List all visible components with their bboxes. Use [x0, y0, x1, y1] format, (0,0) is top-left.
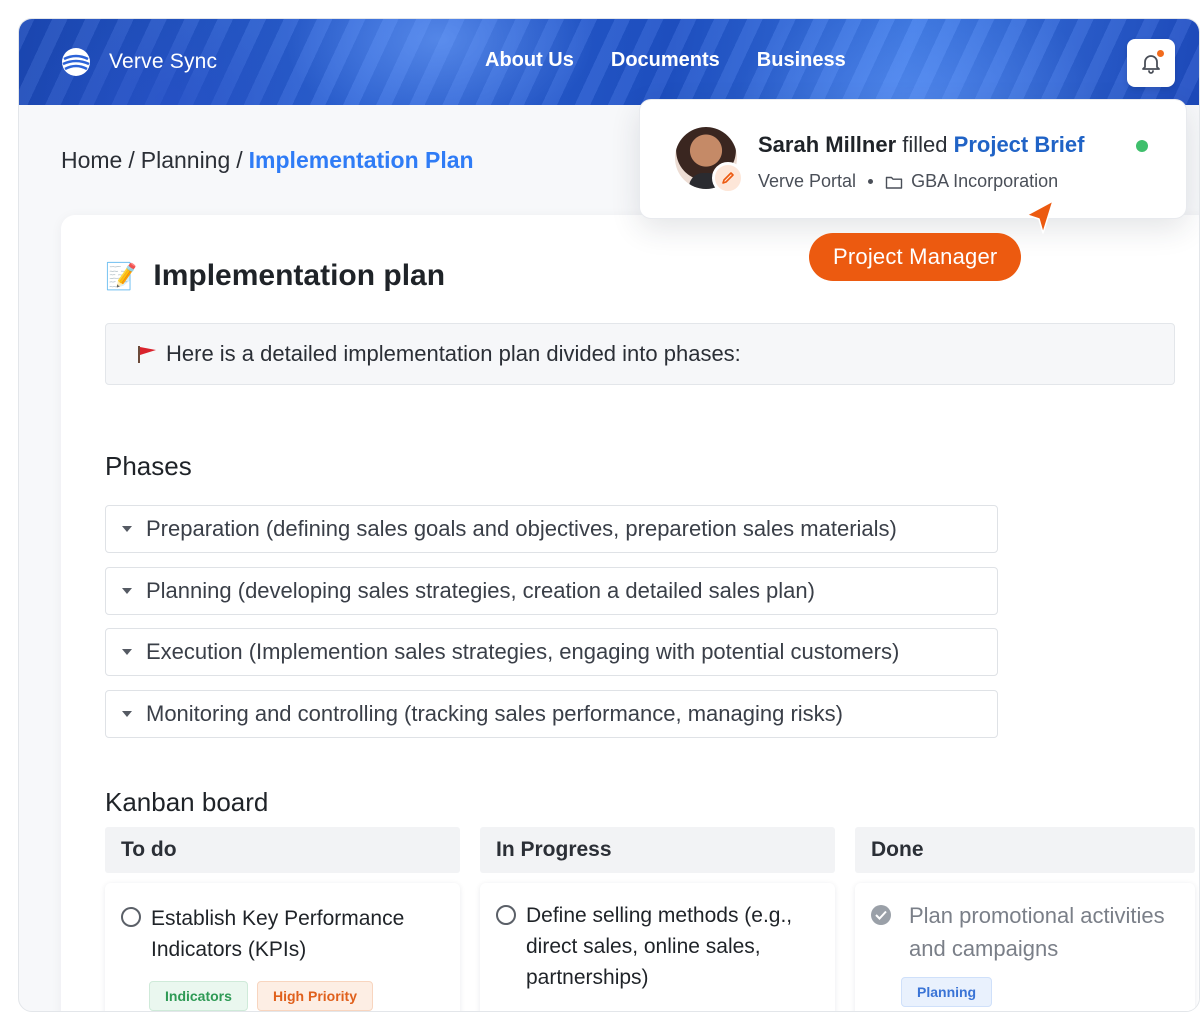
notification-meta: Verve Portal GBA Incorporation — [758, 171, 1058, 192]
task-checkbox-checked[interactable] — [871, 905, 891, 925]
phase-label: Preparation (defining sales goals and ob… — [146, 516, 897, 541]
role-label: Project Manager — [809, 233, 1022, 281]
caret-down-icon — [122, 588, 132, 594]
kanban-card[interactable]: Establish Key Performance Indicators (KP… — [105, 883, 460, 1011]
meta-separator — [868, 179, 874, 184]
page-title: 📝 Implementation plan — [105, 259, 445, 293]
breadcrumb-item-planning[interactable]: Planning — [141, 147, 231, 173]
nav-item-business[interactable]: Business — [757, 49, 846, 72]
brand-name: Verve Sync — [109, 50, 218, 73]
tag-planning[interactable]: Planning — [901, 977, 993, 1007]
caret-down-icon — [122, 526, 132, 532]
red-flag-icon — [138, 346, 156, 363]
task-checkbox[interactable] — [496, 905, 516, 925]
kanban-card-text: Establish Key Performance Indicators (KP… — [151, 907, 405, 961]
checkmark-icon — [875, 910, 887, 920]
document-content: 📝 Implementation plan Here is a detailed… — [61, 215, 1199, 1011]
notification-title: Sarah Millner filled Project Brief — [758, 132, 1084, 158]
phase-toggle[interactable]: Monitoring and controlling (tracking sal… — [105, 690, 998, 738]
page-title-text: Implementation plan — [153, 259, 446, 292]
nav-item-about-us[interactable]: About Us — [485, 49, 574, 72]
notification-document-link[interactable]: Project Brief — [954, 132, 1085, 157]
memo-icon: 📝 — [105, 260, 138, 291]
nav-item-documents[interactable]: Documents — [611, 49, 720, 72]
phase-toggle[interactable]: Execution (Implemention sales strategies… — [105, 628, 998, 676]
top-navigation-bar: Verve Sync About Us Documents Business — [19, 19, 1199, 105]
kanban-card[interactable]: Plan promotional activities and campaign… — [855, 883, 1195, 1011]
cursor-pointer-icon — [1026, 200, 1054, 234]
notification-action: filled — [902, 132, 948, 157]
kanban-card-text: Plan promotional activities and campaign… — [909, 903, 1165, 961]
caret-down-icon — [122, 649, 132, 655]
callout-text: Here is a detailed implementation plan d… — [166, 341, 741, 366]
pencil-icon — [722, 172, 734, 184]
phases-heading: Phases — [105, 451, 192, 481]
notification-workspace[interactable]: GBA Incorporation — [911, 171, 1058, 192]
notification-source: Verve Portal — [758, 171, 857, 191]
brand-logo-icon — [62, 48, 90, 76]
tag-high-priority[interactable]: High Priority — [257, 981, 374, 1011]
callout: Here is a detailed implementation plan d… — [105, 323, 1175, 385]
kanban-card[interactable]: Define selling methods (e.g., direct sal… — [480, 883, 835, 1011]
phase-label: Monitoring and controlling (tracking sal… — [146, 701, 843, 726]
phase-label: Execution (Implemention sales strategies… — [146, 639, 900, 664]
unread-indicator — [1157, 50, 1164, 57]
breadcrumb-item-home[interactable]: Home — [61, 147, 122, 173]
breadcrumb-separator: / — [236, 147, 243, 173]
caret-down-icon — [122, 711, 132, 717]
brand[interactable]: Verve Sync — [61, 47, 217, 77]
task-checkbox[interactable] — [121, 907, 141, 927]
edit-badge — [712, 162, 744, 194]
kanban-column-done: Done — [855, 827, 1195, 873]
kanban-column-todo: To do — [105, 827, 460, 873]
kanban-column-in-progress: In Progress — [480, 827, 835, 873]
kanban-card-text: Define selling methods (e.g., direct sal… — [526, 904, 793, 989]
main-nav: About Us Documents Business — [485, 49, 846, 72]
app-window: Verve Sync About Us Documents Business H… — [18, 18, 1200, 1012]
phase-toggle[interactable]: Preparation (defining sales goals and ob… — [105, 505, 998, 553]
breadcrumb-separator: / — [128, 147, 135, 173]
phase-label: Planning (developing sales strategies, c… — [146, 578, 815, 603]
breadcrumb-current: Implementation Plan — [248, 147, 474, 173]
tag-indicators[interactable]: Indicators — [149, 981, 248, 1011]
folder-icon — [885, 176, 903, 189]
notification-card[interactable]: Sarah Millner filled Project Brief Verve… — [639, 99, 1187, 219]
notifications-button[interactable] — [1127, 39, 1175, 87]
phase-toggle[interactable]: Planning (developing sales strategies, c… — [105, 567, 998, 615]
kanban-heading: Kanban board — [105, 787, 269, 817]
breadcrumb: Home / Planning / Implementation Plan — [61, 147, 474, 174]
online-status-dot — [1136, 140, 1148, 152]
notification-user[interactable]: Sarah Millner — [758, 132, 896, 157]
